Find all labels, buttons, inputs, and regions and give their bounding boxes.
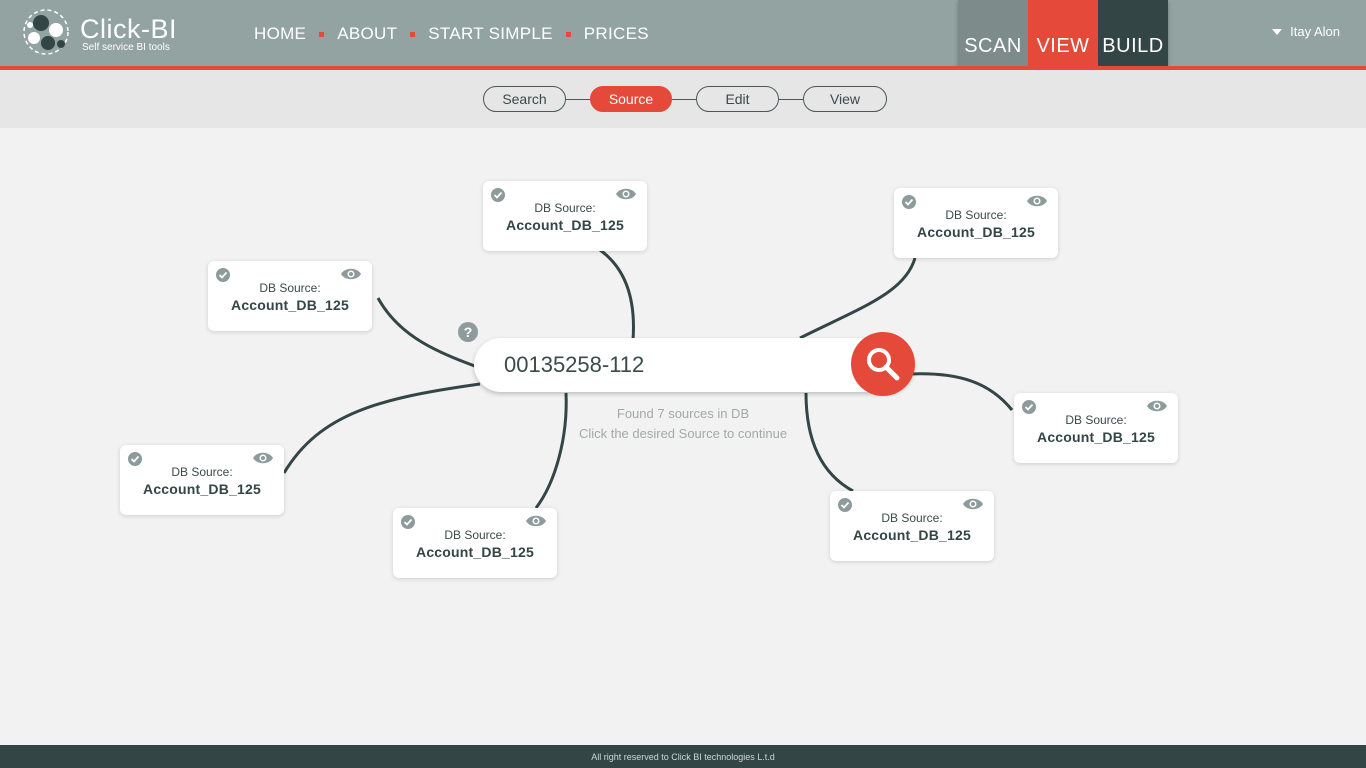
link-line <box>599 248 635 341</box>
brand-tagline: Self service BI tools <box>82 42 170 53</box>
source-card[interactable]: DB Source: Account_DB_125 <box>483 181 647 251</box>
check-icon <box>128 452 142 466</box>
check-icon <box>1022 400 1036 414</box>
check-icon <box>491 188 505 202</box>
search-button[interactable] <box>851 332 915 396</box>
user-menu[interactable]: Itay Alon <box>1272 24 1340 39</box>
eye-icon[interactable] <box>615 187 637 201</box>
source-card[interactable]: DB Source: Account_DB_125 <box>894 188 1058 258</box>
search-box <box>474 332 915 396</box>
step-search[interactable]: Search <box>483 86 566 112</box>
eye-icon[interactable] <box>962 497 984 511</box>
source-label: DB Source: <box>171 465 233 479</box>
steps-bar: Search Source Edit View <box>0 70 1366 128</box>
search-icon <box>867 348 900 381</box>
nav-start-simple[interactable]: START SIMPLE <box>428 24 553 44</box>
source-card[interactable]: DB Source: Account_DB_125 <box>120 445 284 515</box>
page-footer: All right reserved to Click BI technolog… <box>0 745 1366 768</box>
source-label: DB Source: <box>881 511 943 525</box>
eye-icon[interactable] <box>340 267 362 281</box>
top-header: Click-BI Self service BI tools HOME ABOU… <box>0 0 1366 70</box>
nav-separator <box>410 31 416 37</box>
link-line <box>282 382 481 474</box>
check-icon <box>216 268 230 282</box>
source-card[interactable]: DB Source: Account_DB_125 <box>393 508 557 578</box>
copyright-text: All right reserved to Click BI technolog… <box>591 751 775 762</box>
status-instruction: Click the desired Source to continue <box>578 426 788 441</box>
eye-icon[interactable] <box>1146 399 1168 413</box>
source-name: Account_DB_125 <box>853 527 971 543</box>
step-connector <box>566 98 590 100</box>
status-found: Found 7 sources in DB <box>616 406 750 421</box>
eye-icon[interactable] <box>525 514 547 528</box>
eye-icon[interactable] <box>1026 194 1048 208</box>
source-name: Account_DB_125 <box>231 297 349 313</box>
link-line <box>799 257 917 340</box>
source-name: Account_DB_125 <box>1037 429 1155 445</box>
caret-down-icon <box>1272 28 1283 35</box>
nav-home[interactable]: HOME <box>254 24 306 44</box>
check-icon <box>902 195 916 209</box>
logo-icon <box>23 9 69 55</box>
source-label: DB Source: <box>444 528 506 542</box>
step-source[interactable]: Source <box>590 86 672 112</box>
source-label: DB Source: <box>1065 413 1127 427</box>
source-map: ? Found 7 sources in DB Click the desire… <box>0 128 1366 745</box>
source-name: Account_DB_125 <box>143 481 261 497</box>
source-card[interactable]: DB Source: Account_DB_125 <box>208 261 372 331</box>
step-edit[interactable]: Edit <box>696 86 779 112</box>
nav-prices[interactable]: PRICES <box>584 24 649 44</box>
source-name: Account_DB_125 <box>416 544 534 560</box>
step-connector <box>672 98 696 100</box>
source-name: Account_DB_125 <box>917 224 1035 240</box>
link-line <box>804 392 854 493</box>
source-card[interactable]: DB Source: Account_DB_125 <box>830 491 994 561</box>
brand-name: Click-BI <box>80 14 177 44</box>
source-label: DB Source: <box>259 281 321 295</box>
nav-separator <box>565 31 571 37</box>
mode-tabs: SCAN VIEW BUILD <box>958 0 1168 70</box>
nav-about[interactable]: ABOUT <box>337 24 397 44</box>
mode-tab-build[interactable]: BUILD <box>1098 0 1168 70</box>
link-line <box>909 372 1014 411</box>
mode-tab-scan[interactable]: SCAN <box>958 0 1028 70</box>
search-input[interactable] <box>504 347 844 383</box>
mode-tab-view[interactable]: VIEW <box>1028 0 1098 70</box>
step-view[interactable]: View <box>803 86 887 112</box>
source-name: Account_DB_125 <box>506 217 624 233</box>
wizard-steps: Search Source Edit View <box>483 86 887 112</box>
check-icon <box>838 498 852 512</box>
source-label: DB Source: <box>534 201 596 215</box>
main-nav: HOME ABOUT START SIMPLE PRICES <box>254 22 649 46</box>
brand-logo[interactable]: Click-BI Self service BI tools <box>20 8 190 58</box>
user-name: Itay Alon <box>1290 24 1340 39</box>
step-connector <box>779 98 803 100</box>
nav-separator <box>319 31 325 37</box>
check-icon <box>401 515 415 529</box>
source-label: DB Source: <box>945 208 1007 222</box>
eye-icon[interactable] <box>252 451 274 465</box>
search-status: Found 7 sources in DB Click the desired … <box>560 404 806 444</box>
help-icon[interactable]: ? <box>458 322 478 342</box>
source-card[interactable]: DB Source: Account_DB_125 <box>1014 393 1178 463</box>
